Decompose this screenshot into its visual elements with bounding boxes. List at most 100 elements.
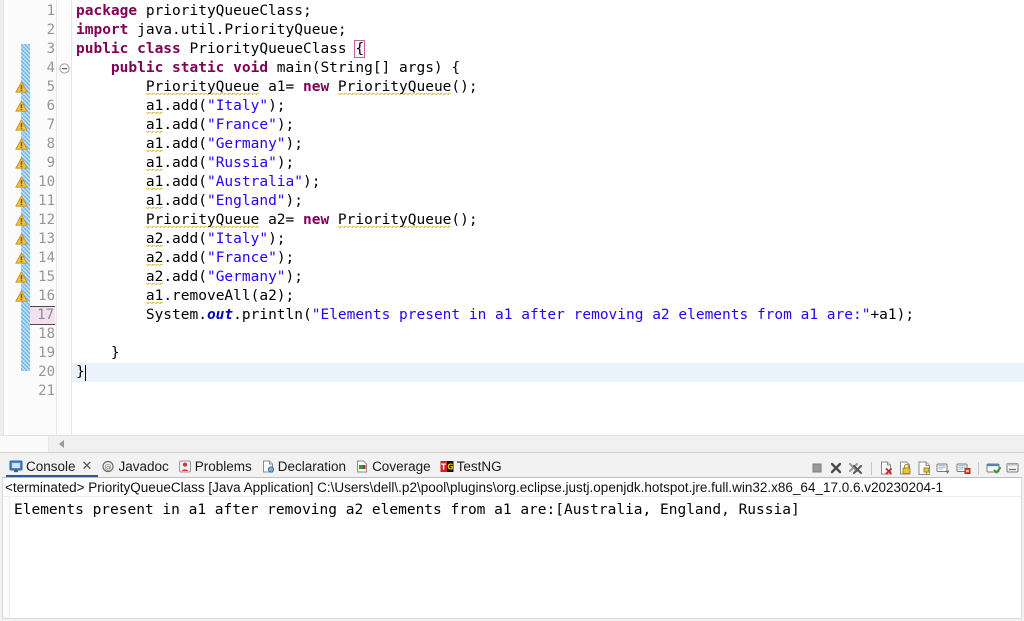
code-line[interactable]: public class PriorityQueueClass { [76,40,366,59]
code-token: (); [451,212,478,228]
tab-javadoc[interactable]: @ Javadoc [98,455,174,477]
line-number: 21 [38,383,55,399]
testng-icon: TG [440,460,454,473]
code-line[interactable]: package priorityQueueClass; [76,2,312,21]
console-output-area[interactable]: Elements present in a1 after removing a2… [3,497,1021,618]
code-token: out [206,307,234,323]
tab-testng[interactable]: T G TestNG [437,455,508,477]
editor-body[interactable]: 1 2 3 4 5 6 7 8 9 10 11 12 13 14 15 16 17 18 19 20 21 packag… [0,0,1024,435]
problems-icon [178,460,192,473]
code-line[interactable]: import java.util.PriorityQueue; [76,21,347,40]
scroll-lock-icon[interactable] [898,461,912,475]
display-selected-console-icon[interactable] [936,461,951,475]
code-token: "Russia" [206,155,277,171]
tab-problems[interactable]: Problems [175,455,258,477]
tab-label: Console [26,458,76,474]
code-line[interactable]: a1.add("Germany"); [76,135,303,154]
folding-ruler[interactable] [57,0,72,435]
code-token: "England" [206,193,286,209]
code-token: a1 [145,288,164,304]
code-token: import [76,22,138,38]
tab-coverage[interactable]: Coverage [352,455,437,477]
coverage-icon [355,460,369,473]
line-number: 17 [30,306,55,325]
annotation-marker-ruler[interactable] [8,0,30,435]
code-token: } [76,364,85,380]
java-editor[interactable]: 1 2 3 4 5 6 7 8 9 10 11 12 13 14 15 16 17 18 19 20 21 packag… [0,0,1024,453]
terminate-all-icon[interactable] [829,461,843,475]
code-token: ); [285,136,304,152]
active-tab-underline [6,475,98,477]
code-token: .add( [163,174,207,190]
code-token: .add( [163,136,207,152]
minimize-icon[interactable] [1006,461,1020,475]
clear-console-icon[interactable] [879,461,893,475]
code-line[interactable]: a2.add("Italy"); [76,230,286,249]
console-toolbar[interactable] [810,461,1020,475]
eclipse-ide-window: 1 2 3 4 5 6 7 8 9 10 11 12 13 14 15 16 17 18 19 20 21 packag… [0,0,1024,621]
open-console-icon[interactable] [956,461,971,475]
remove-all-terminated-icon[interactable] [848,461,864,475]
code-line[interactable]: } [76,344,120,363]
code-token: ); [285,269,304,285]
code-token: PriorityQueue [145,212,260,228]
tab-console[interactable]: Console ✕ [6,455,98,477]
console-view-panel[interactable]: Console ✕ @ Javadoc Problems Declaration Cover… [0,453,1024,621]
line-number: 1 [46,3,55,19]
tab-close-icon[interactable]: ✕ [82,458,93,474]
line-number: 10 [38,174,55,190]
code-token: ); [276,155,295,171]
code-token: "France" [206,250,277,266]
code-line[interactable]: a2.add("France"); [76,249,294,268]
code-line[interactable]: a1.add("Australia"); [76,173,320,192]
code-token: public class [76,41,190,57]
code-token: java.util.PriorityQueue; [137,22,347,38]
code-line[interactable]: a2.add("Germany"); [76,268,303,287]
current-line-highlight [72,363,1024,382]
tab-declaration[interactable]: Declaration [258,455,352,477]
code-line[interactable]: } [76,363,85,382]
new-console-view-icon[interactable] [986,461,1001,475]
terminate-icon[interactable] [810,461,824,475]
code-token: .add( [163,155,207,171]
code-line[interactable]: a1.add("France"); [76,116,294,135]
code-token: a1 [145,136,164,152]
code-token: .removeAll(a2); [163,288,295,304]
line-number: 13 [38,231,55,247]
console-output-box[interactable]: <terminated> PriorityQueueClass [Java Ap… [2,477,1022,619]
code-token: package [76,3,146,19]
view-tab-bar[interactable]: Console ✕ @ Javadoc Problems Declaration Cover… [0,453,1024,477]
pin-console-icon[interactable] [917,461,931,475]
code-token: .add( [163,193,207,209]
code-line[interactable]: a1.removeAll(a2); [76,287,294,306]
code-token: ); [268,98,286,114]
code-line[interactable]: System.out.println("Elements present in … [76,306,914,325]
code-line[interactable]: a1.add("Italy"); [76,97,286,116]
code-token: a2= [259,212,303,228]
fold-collapse-icon[interactable] [59,63,70,74]
code-line[interactable]: a1.add("England"); [76,192,303,211]
code-line[interactable]: a1.add("Russia"); [76,154,294,173]
line-number: 16 [38,288,55,304]
code-token: PriorityQueue [337,79,452,95]
line-number: 14 [38,250,55,266]
toolbar-separator [978,461,979,475]
terminated-process-label: <terminated> PriorityQueueClass [Java Ap… [3,478,1021,497]
code-line[interactable]: PriorityQueue a2= new PriorityQueue(); [76,211,478,230]
editor-horizontal-scrollbar[interactable] [0,435,1024,452]
code-text-area[interactable]: package priorityQueueClass; import java.u… [72,0,1024,435]
line-number: 4 [46,60,55,76]
code-token: a2 [145,250,164,266]
code-line[interactable]: PriorityQueue a1= new PriorityQueue(); [76,78,478,97]
code-token: a1 [145,117,164,133]
code-line[interactable]: public static void main(String[] args) { [76,59,460,78]
code-token: a1 [145,98,164,114]
scroll-left-arrow[interactable] [57,439,67,449]
code-token: a2 [145,231,164,247]
